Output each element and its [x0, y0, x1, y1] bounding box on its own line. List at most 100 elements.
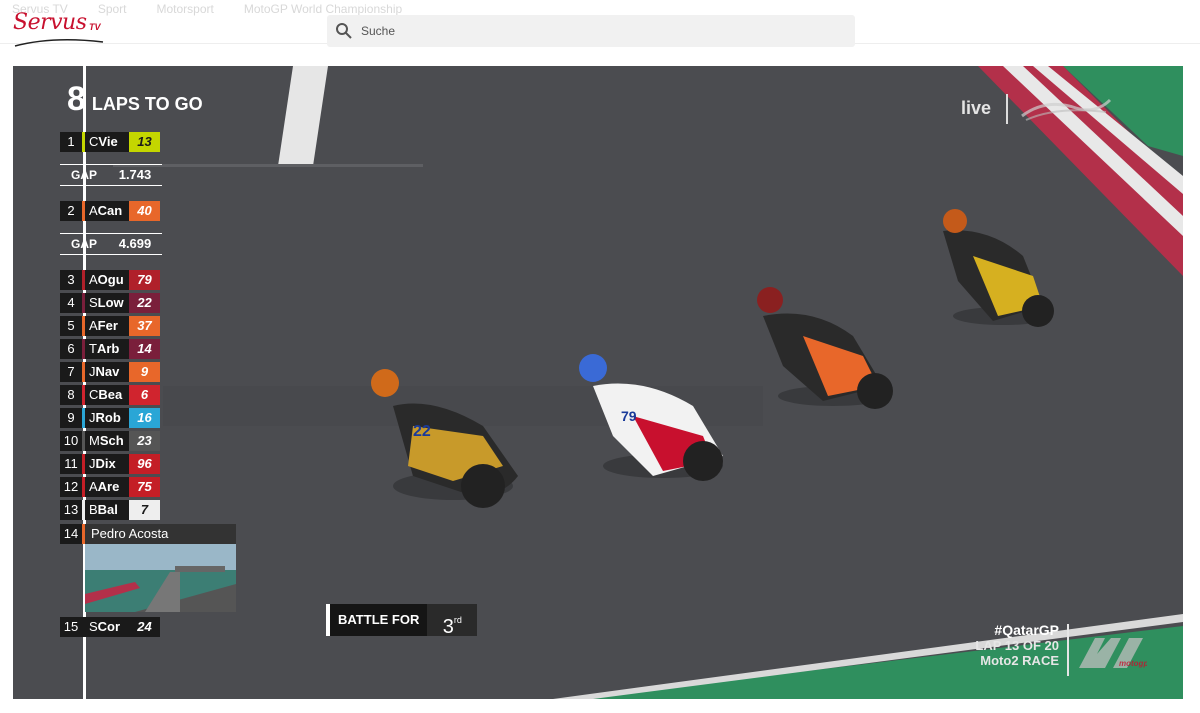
logo-wordmark: Servus	[13, 10, 87, 35]
rider-number: 24	[129, 617, 160, 637]
rider-number: 9	[129, 362, 160, 382]
rider-number: 22	[129, 293, 160, 313]
standings-row: 11 JDix 96	[60, 454, 160, 474]
rider-initial: C	[89, 387, 99, 402]
standings-row: 2 ACan 40	[60, 201, 160, 221]
standings-position: 6	[60, 339, 82, 359]
rider-name: SCor	[85, 617, 129, 637]
standings-position: 12	[60, 477, 82, 497]
gap-value: 4.699	[118, 236, 152, 251]
search-icon[interactable]	[335, 22, 353, 40]
rider-short-name: Can	[97, 203, 123, 218]
standings-row: 5 AFer 37	[60, 316, 160, 336]
video-player[interactable]: 22 79 8 LAPS TO GO 1 CVie 13 2 ACan 40 3…	[13, 66, 1183, 699]
battle-for-banner: BATTLE FOR 3rd	[326, 604, 478, 638]
rider-name: SLow	[85, 293, 129, 313]
battle-value: 3	[442, 616, 454, 638]
rider-name: TArb	[85, 339, 129, 359]
svg-text:79: 79	[621, 408, 637, 424]
rider-short-name: Bal	[97, 502, 118, 517]
rider-name: AAre	[85, 477, 129, 497]
rider-number: 75	[129, 477, 160, 497]
top-header: Servus TV Sport Motorsport MotoGP World …	[0, 0, 1200, 47]
rider-initial: A	[89, 203, 98, 218]
standings-row: 6 TArb 14	[60, 339, 160, 359]
rider-initial: A	[89, 272, 98, 287]
laps-to-go-label: LAPS TO GO	[91, 94, 203, 114]
rider-short-name: Vie	[98, 134, 118, 149]
rider-short-name: Nav	[95, 364, 120, 379]
nav-item[interactable]: Motorsport	[157, 2, 214, 16]
rider-short-name: Bea	[98, 387, 123, 402]
standings-row: 10 MSch 23	[60, 431, 160, 451]
rider-initial: S	[89, 619, 98, 634]
standings-row: 8 CBea 6	[60, 385, 160, 405]
rider-initial: C	[89, 134, 99, 149]
standings-position: 13	[60, 500, 82, 520]
servus-tv-watermark-icon	[1021, 98, 1112, 121]
race-hashtag: #QatarGP	[994, 622, 1059, 638]
race-lap-counter: LAP 13 OF 20	[975, 638, 1059, 653]
rider-initial: B	[89, 502, 98, 517]
logo-swoosh-icon	[14, 39, 104, 47]
standings-position: 15	[60, 617, 82, 637]
rider-name: AOgu	[85, 270, 129, 290]
rider-number: 6	[129, 385, 160, 405]
gap-label: GAP	[70, 237, 97, 251]
search-input[interactable]	[361, 15, 841, 47]
rider-short-name: Arb	[96, 341, 120, 356]
rider-number: 14	[129, 339, 160, 359]
standings-row: 3 AOgu 79	[60, 270, 160, 290]
search-bar[interactable]	[327, 15, 855, 47]
standings-position: 10	[60, 431, 82, 451]
gap-indicator: GAP 4.699	[60, 233, 162, 255]
rider-name: JNav	[85, 362, 129, 382]
logo-tv: TV	[89, 22, 101, 32]
rider-short-name: Are	[97, 479, 120, 494]
rider-name: BBal	[85, 500, 129, 520]
rider-initial: T	[89, 341, 97, 356]
rider-number: 13	[129, 132, 160, 152]
rider-short-name: Cor	[97, 619, 121, 634]
rider-number: 7	[129, 500, 160, 520]
rider-short-name: Low	[97, 295, 124, 310]
info-divider	[1067, 624, 1069, 676]
onboard-name: Pedro Acosta	[85, 524, 236, 544]
rider-number: 79	[129, 270, 160, 290]
gap-label: GAP	[70, 168, 97, 182]
standings-row: 1 CVie 13	[60, 132, 160, 152]
rider-short-name: Rob	[95, 410, 121, 425]
onboard-camera-view	[85, 544, 236, 612]
rider-name: JDix	[85, 454, 129, 474]
motogp-logo-icon: motogp	[1079, 638, 1147, 668]
standings-position: 1	[60, 132, 82, 152]
gap-indicator: GAP 1.743	[60, 164, 162, 186]
standings-position: 7	[60, 362, 82, 382]
standings-position: 9	[60, 408, 82, 428]
standings-row: 4 SLow 22	[60, 293, 160, 313]
gap-value: 1.743	[118, 167, 152, 182]
race-class: Moto2 RACE	[980, 653, 1059, 668]
rider-short-name: Fer	[97, 318, 118, 333]
rider-name: ACan	[85, 201, 129, 221]
rider-number: 37	[129, 316, 160, 336]
standings-row: 7 JNav 9	[60, 362, 160, 382]
rider-name: JRob	[85, 408, 129, 428]
standings-position: 8	[60, 385, 82, 405]
rider-initial: S	[89, 295, 98, 310]
battle-label: BATTLE FOR	[330, 604, 428, 636]
battle-suffix: rd	[453, 615, 462, 625]
standings-position: 4	[60, 293, 82, 313]
rider-number: 16	[129, 408, 160, 428]
live-divider	[1006, 94, 1008, 124]
rider-number: 40	[129, 201, 160, 221]
standings-position: 3	[60, 270, 82, 290]
laps-to-go-number: 8	[67, 80, 86, 118]
rider-short-name: Dix	[95, 456, 116, 471]
servus-tv-logo[interactable]: Servus TV	[13, 8, 109, 52]
standings-position: 11	[60, 454, 82, 474]
race-info: #QatarGP LAP 13 OF 20 Moto2 RACE	[975, 622, 1059, 668]
rider-short-name: Sch	[99, 433, 124, 448]
nav-item[interactable]: MotoGP World Championship	[244, 2, 402, 16]
rider-name: CBea	[85, 385, 129, 405]
